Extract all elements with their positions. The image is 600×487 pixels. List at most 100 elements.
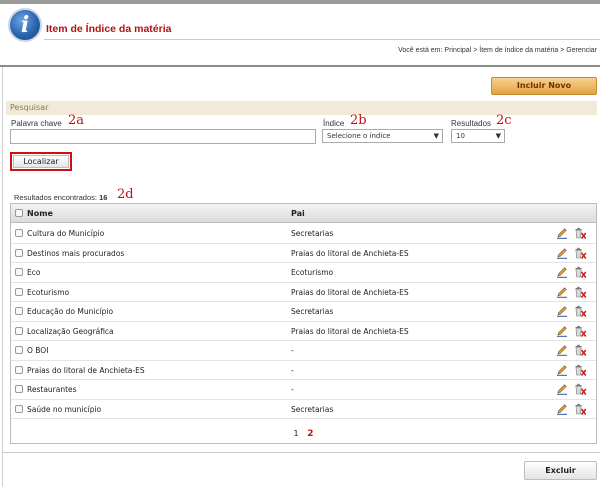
section-divider [0,65,600,67]
column-header-nome[interactable]: Nome [27,209,53,218]
results-select[interactable]: 10 ▼ [451,129,505,143]
row-checkbox[interactable] [15,287,23,296]
row-nome: Restaurantes [27,385,77,394]
info-logo-icon: i [8,8,42,42]
table-row: Cultura do Município Secretarias [11,224,596,244]
table-body: Cultura do Município Secretarias Destinos … [11,224,596,419]
table-row: Educação do Município Secretarias [11,302,596,322]
row-pai: Secretarias [291,404,334,414]
breadcrumb-item-principal[interactable]: Principal [444,47,471,54]
table-header: Nome Pai [11,204,596,223]
row-pai: Praias do litoral de Anchieta-ES [291,287,409,297]
breadcrumb-prefix: Você está em: [398,47,443,54]
delete-trash-icon[interactable] [573,324,587,338]
keyword-label: Palavra chave [11,119,62,128]
breadcrumb: Você está em: Principal > Ítem de índice… [398,47,597,54]
table-row: Destinos mais procurados Praias do litora… [11,244,596,263]
chevron-down-icon: ▼ [495,132,501,140]
delete-trash-icon[interactable] [573,285,587,299]
breadcrumb-separator: > [560,47,565,54]
edit-pencil-icon[interactable] [556,325,568,337]
annotation-2d: 2d [117,187,134,202]
results-count: Resultados encontrados: 16 [14,193,107,202]
table-row: Localização Geográfica Praias do litoral … [11,322,596,341]
table-row: O BOI - [11,341,596,361]
delete-trash-icon[interactable] [573,226,587,240]
annotation-2c: 2c [496,113,512,128]
row-checkbox[interactable] [15,346,23,354]
table-row: Ecoturismo Praias do litoral de Anchieta-… [11,283,596,302]
row-pai: Secretarias [291,307,334,316]
edit-pencil-icon[interactable] [556,344,568,356]
row-checkbox[interactable] [15,268,23,276]
add-new-button[interactable]: Incluir Novo [491,77,597,95]
page-header: i Item de Índice da matéria [0,4,600,44]
delete-trash-icon[interactable] [573,265,587,279]
delete-trash-icon[interactable] [573,402,587,416]
pagination: 1 2 [11,429,596,439]
index-label: Índice [323,119,345,128]
row-nome: Eco [27,268,41,277]
delete-trash-icon[interactable] [573,363,587,377]
row-checkbox[interactable] [15,365,23,374]
edit-pencil-icon[interactable] [556,403,568,415]
row-checkbox[interactable] [15,307,23,315]
row-checkbox[interactable] [15,404,23,413]
row-nome: Praias do litoral de Anchieta-ES [27,365,145,375]
chevron-down-icon: ▼ [433,132,439,140]
row-nome: Destinos mais procurados [27,248,125,258]
delete-trash-icon[interactable] [573,382,587,396]
table-row: Praias do litoral de Anchieta-ES - [11,361,596,380]
results-count-value: 16 [99,193,108,202]
row-nome: Ecoturismo [27,287,70,297]
row-pai: - [291,365,294,375]
row-checkbox[interactable] [15,248,23,257]
edit-pencil-icon[interactable] [556,227,568,239]
search-button-highlight[interactable]: Localizar [10,152,72,171]
row-nome: Educação do Município [27,307,114,316]
results-table: Nome Pai Cultura do Município Secretarias… [10,203,597,444]
row-pai: Secretarias [291,229,334,238]
search-button[interactable]: Localizar [13,155,69,168]
delete-trash-icon[interactable] [573,246,587,260]
row-checkbox[interactable] [15,229,23,237]
breadcrumb-item-indice[interactable]: Ítem de índice da matéria [479,47,558,54]
row-pai: Praias do litoral de Anchieta-ES [291,248,409,258]
edit-pencil-icon[interactable] [556,305,568,317]
row-nome: Saúde no município [27,404,102,414]
table-row: Restaurantes - [11,380,596,400]
edit-pencil-icon[interactable] [556,286,568,298]
row-pai: Ecoturismo [291,268,334,277]
row-pai: Praias do litoral de Anchieta-ES [291,326,409,336]
row-pai: - [291,346,294,355]
delete-trash-icon[interactable] [573,343,587,357]
index-select-value: Selecione o índice [327,132,391,140]
delete-button[interactable]: Excluir [524,461,597,480]
page-title: Item de Índice da matéria [46,23,172,35]
table-row: Saúde no município Secretarias [11,400,596,419]
breadcrumb-item-gerenciar: Gerenciar [566,47,597,54]
index-select[interactable]: Selecione o índice ▼ [322,129,443,143]
delete-trash-icon[interactable] [573,304,587,318]
row-checkbox[interactable] [15,385,23,393]
select-all-checkbox[interactable] [15,209,23,217]
annotation-2a: 2a [68,113,85,128]
keyword-input[interactable] [10,129,316,144]
content-border [2,67,3,487]
current-page[interactable]: 2 [307,429,313,439]
footer-divider [3,452,600,453]
edit-pencil-icon[interactable] [556,383,568,395]
row-nome: Cultura do Município [27,229,105,238]
page-link[interactable]: 1 [294,429,299,438]
edit-pencil-icon[interactable] [556,266,568,278]
results-label: Resultados [451,119,492,128]
annotation-2b: 2b [350,113,367,128]
column-header-pai[interactable]: Pai [291,209,305,218]
row-checkbox[interactable] [15,326,23,335]
breadcrumb-separator: > [473,47,478,54]
title-divider [44,39,600,40]
row-nome: O BOI [27,346,49,355]
results-count-label: Resultados encontrados: [14,193,97,202]
edit-pencil-icon[interactable] [556,247,568,259]
edit-pencil-icon[interactable] [556,364,568,376]
